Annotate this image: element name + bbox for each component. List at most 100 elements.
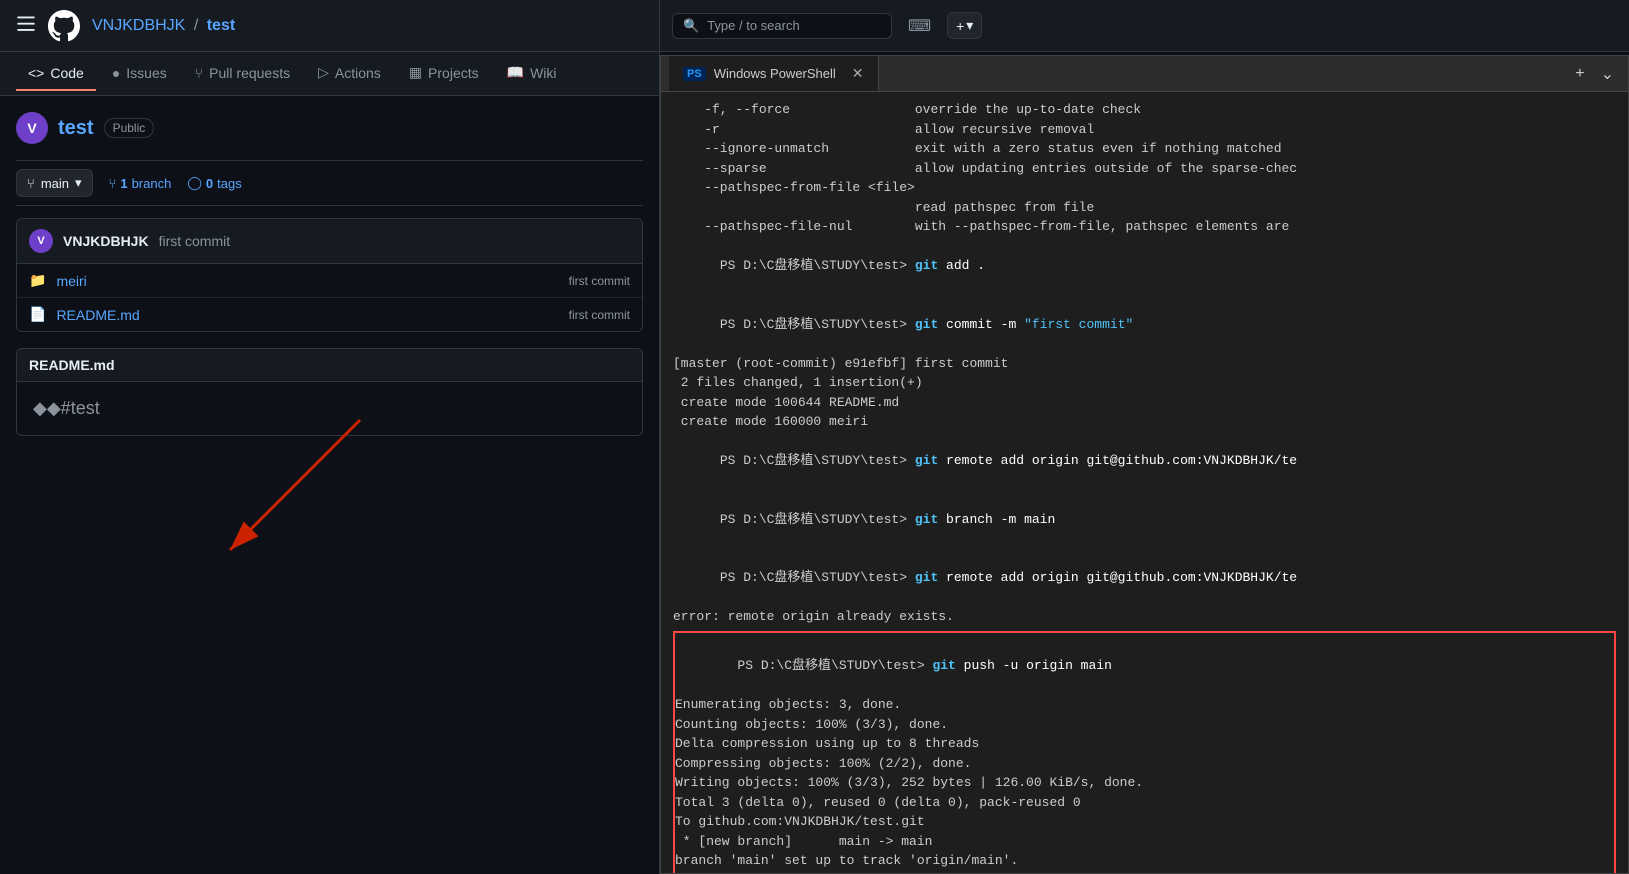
terminal-line: Total 3 (delta 0), reused 0 (delta 0), p… [675,793,1614,813]
terminal-line: Compressing objects: 100% (2/2), done. [675,754,1614,774]
terminal-line: Enumerating objects: 3, done. [675,695,1614,715]
terminal-line: Counting objects: 100% (3/3), done. [675,715,1614,735]
terminal-line: -r allow recursive removal [673,120,1616,140]
terminal-line: To github.com:VNJKDBHJK/test.git [675,812,1614,832]
tab-code-label: Code [50,65,83,81]
path-sep: / [194,17,198,34]
terminal-line: read pathspec from file [673,198,1616,218]
branch-count-link[interactable]: ⑂ 1 branch [109,176,172,191]
powershell-icon: PS [683,67,706,81]
file-icon: 📄 [29,306,46,323]
hamburger-icon[interactable] [16,14,36,37]
tab-issues[interactable]: ● Issues [100,57,179,91]
terminal-line: branch 'main' set up to track 'origin/ma… [675,851,1614,871]
org-name[interactable]: VNJKDBHJK [92,17,185,34]
branch-label: branch [132,176,172,191]
terminal-icon-button[interactable]: ⌨ [900,12,939,40]
topright-bar: 🔍 Type / to search ⌨ + ▾ [660,0,1629,52]
readme-section: README.md ◆◆#test [16,348,643,436]
readme-body: ◆◆#test [17,382,642,435]
github-logo-icon [48,10,80,42]
tab-pull-requests[interactable]: ⑂ Pull requests [183,57,302,91]
tag-count: 0 [206,176,213,191]
tag-icon: ◯ [187,175,202,191]
terminal-line: [master (root-commit) e91efbf] first com… [673,354,1616,374]
commit-user[interactable]: VNJKDBHJK [63,233,149,249]
chevron-down-icon[interactable]: ⌄ [1595,60,1620,88]
tab-projects[interactable]: ▦ Projects [397,56,491,91]
tag-count-link[interactable]: ◯ 0 tags [187,175,241,191]
terminal-cursor-line: PS D:\C盘移植\STUDY\test> █ [675,871,1614,874]
branch-bar: ⑂ main ▾ ⑂ 1 branch ◯ 0 tags [16,160,643,206]
terminal-window: PS Windows PowerShell ✕ + ⌄ -f, --force … [660,55,1629,874]
nav-tabs: <> Code ● Issues ⑂ Pull requests ▷ Actio… [0,52,659,96]
commit-header: V VNJKDBHJK first commit [17,219,642,264]
tab-wiki[interactable]: 📖 Wiki [495,56,569,91]
terminal-line: --sparse allow updating entries outside … [673,159,1616,179]
tab-wiki-label: Wiki [530,65,556,81]
projects-icon: ▦ [409,64,422,81]
file-commit-meiri: first commit [569,274,630,288]
file-name-readme[interactable]: README.md [56,307,558,323]
file-row: 📁 meiri first commit [17,264,642,298]
commit-avatar: V [29,229,53,253]
file-name-meiri[interactable]: meiri [56,273,558,289]
terminal-line: PS D:\C盘移植\STUDY\test> git commit -m "fi… [673,295,1616,354]
terminal-line: --ignore-unmatch exit with a zero status… [673,139,1616,159]
terminal-title: Windows PowerShell [714,66,836,81]
readme-header: README.md [17,349,642,382]
terminal-highlighted-block: PS D:\C盘移植\STUDY\test> git push -u origi… [673,631,1616,874]
pr-icon: ⑂ [195,65,203,81]
terminal-line: PS D:\C盘移植\STUDY\test> git push -u origi… [675,637,1614,696]
terminal-line: create mode 160000 meiri [673,412,1616,432]
terminal-line: Delta compression using up to 8 threads [675,734,1614,754]
folder-icon: 📁 [29,272,46,289]
branch-meta: ⑂ 1 branch ◯ 0 tags [109,175,242,191]
close-tab-button[interactable]: ✕ [852,65,864,82]
avatar: V [16,112,48,144]
actions-icon: ▷ [318,64,329,81]
tab-code[interactable]: <> Code [16,57,96,91]
chevron-down-icon: ▾ [75,175,82,191]
file-row: 📄 README.md first commit [17,298,642,331]
terminal-line: PS D:\C盘移植\STUDY\test> git remote add or… [673,549,1616,608]
repo-header: V test Public [16,112,643,144]
terminal-titlebar: PS Windows PowerShell ✕ + ⌄ [661,56,1628,92]
tab-actions-label: Actions [335,65,381,81]
terminal-line: Writing objects: 100% (3/3), 252 bytes |… [675,773,1614,793]
terminal-line: create mode 100644 README.md [673,393,1616,413]
new-item-button[interactable]: + ▾ [947,12,982,39]
terminal-tab[interactable]: PS Windows PowerShell ✕ [669,56,879,91]
search-box[interactable]: 🔍 Type / to search [672,13,892,39]
file-list: V VNJKDBHJK first commit 📁 meiri first c… [16,218,643,332]
repo-title[interactable]: test [58,117,94,140]
tag-label: tags [217,176,242,191]
search-placeholder: Type / to search [707,18,800,33]
terminal-line: PS D:\C盘移植\STUDY\test> git branch -m mai… [673,490,1616,549]
tab-projects-label: Projects [428,65,479,81]
terminal-line: --pathspec-from-file <file> [673,178,1616,198]
readme-content: ◆◆#test [33,398,100,418]
visibility-badge: Public [104,118,155,138]
repo-content: V test Public ⑂ main ▾ ⑂ 1 branch ◯ 0 ta [0,96,659,452]
tab-actions[interactable]: ▷ Actions [306,56,393,91]
wiki-icon: 📖 [507,64,524,81]
terminal-line: -f, --force override the up-to-date chec… [673,100,1616,120]
code-icon: <> [28,65,44,81]
branch-selector[interactable]: ⑂ main ▾ [16,169,93,197]
readme-title: README.md [29,357,115,373]
terminal-line: PS D:\C盘移植\STUDY\test> git add . [673,237,1616,296]
terminal-line: * [new branch] main -> main [675,832,1614,852]
branch-icon: ⑂ [27,176,35,191]
terminal-actions: + ⌄ [1569,60,1628,88]
repo-name[interactable]: test [207,17,235,34]
tab-issues-label: Issues [126,65,166,81]
topbar: VNJKDBHJK / test [0,0,659,52]
repo-path: VNJKDBHJK / test [92,17,235,35]
branch-count: 1 [120,176,127,191]
search-icon: 🔍 [683,18,699,34]
commit-message: first commit [159,233,231,249]
branch-name: main [41,176,69,191]
new-tab-button[interactable]: + [1569,61,1590,87]
terminal-line: --pathspec-file-nul with --pathspec-from… [673,217,1616,237]
